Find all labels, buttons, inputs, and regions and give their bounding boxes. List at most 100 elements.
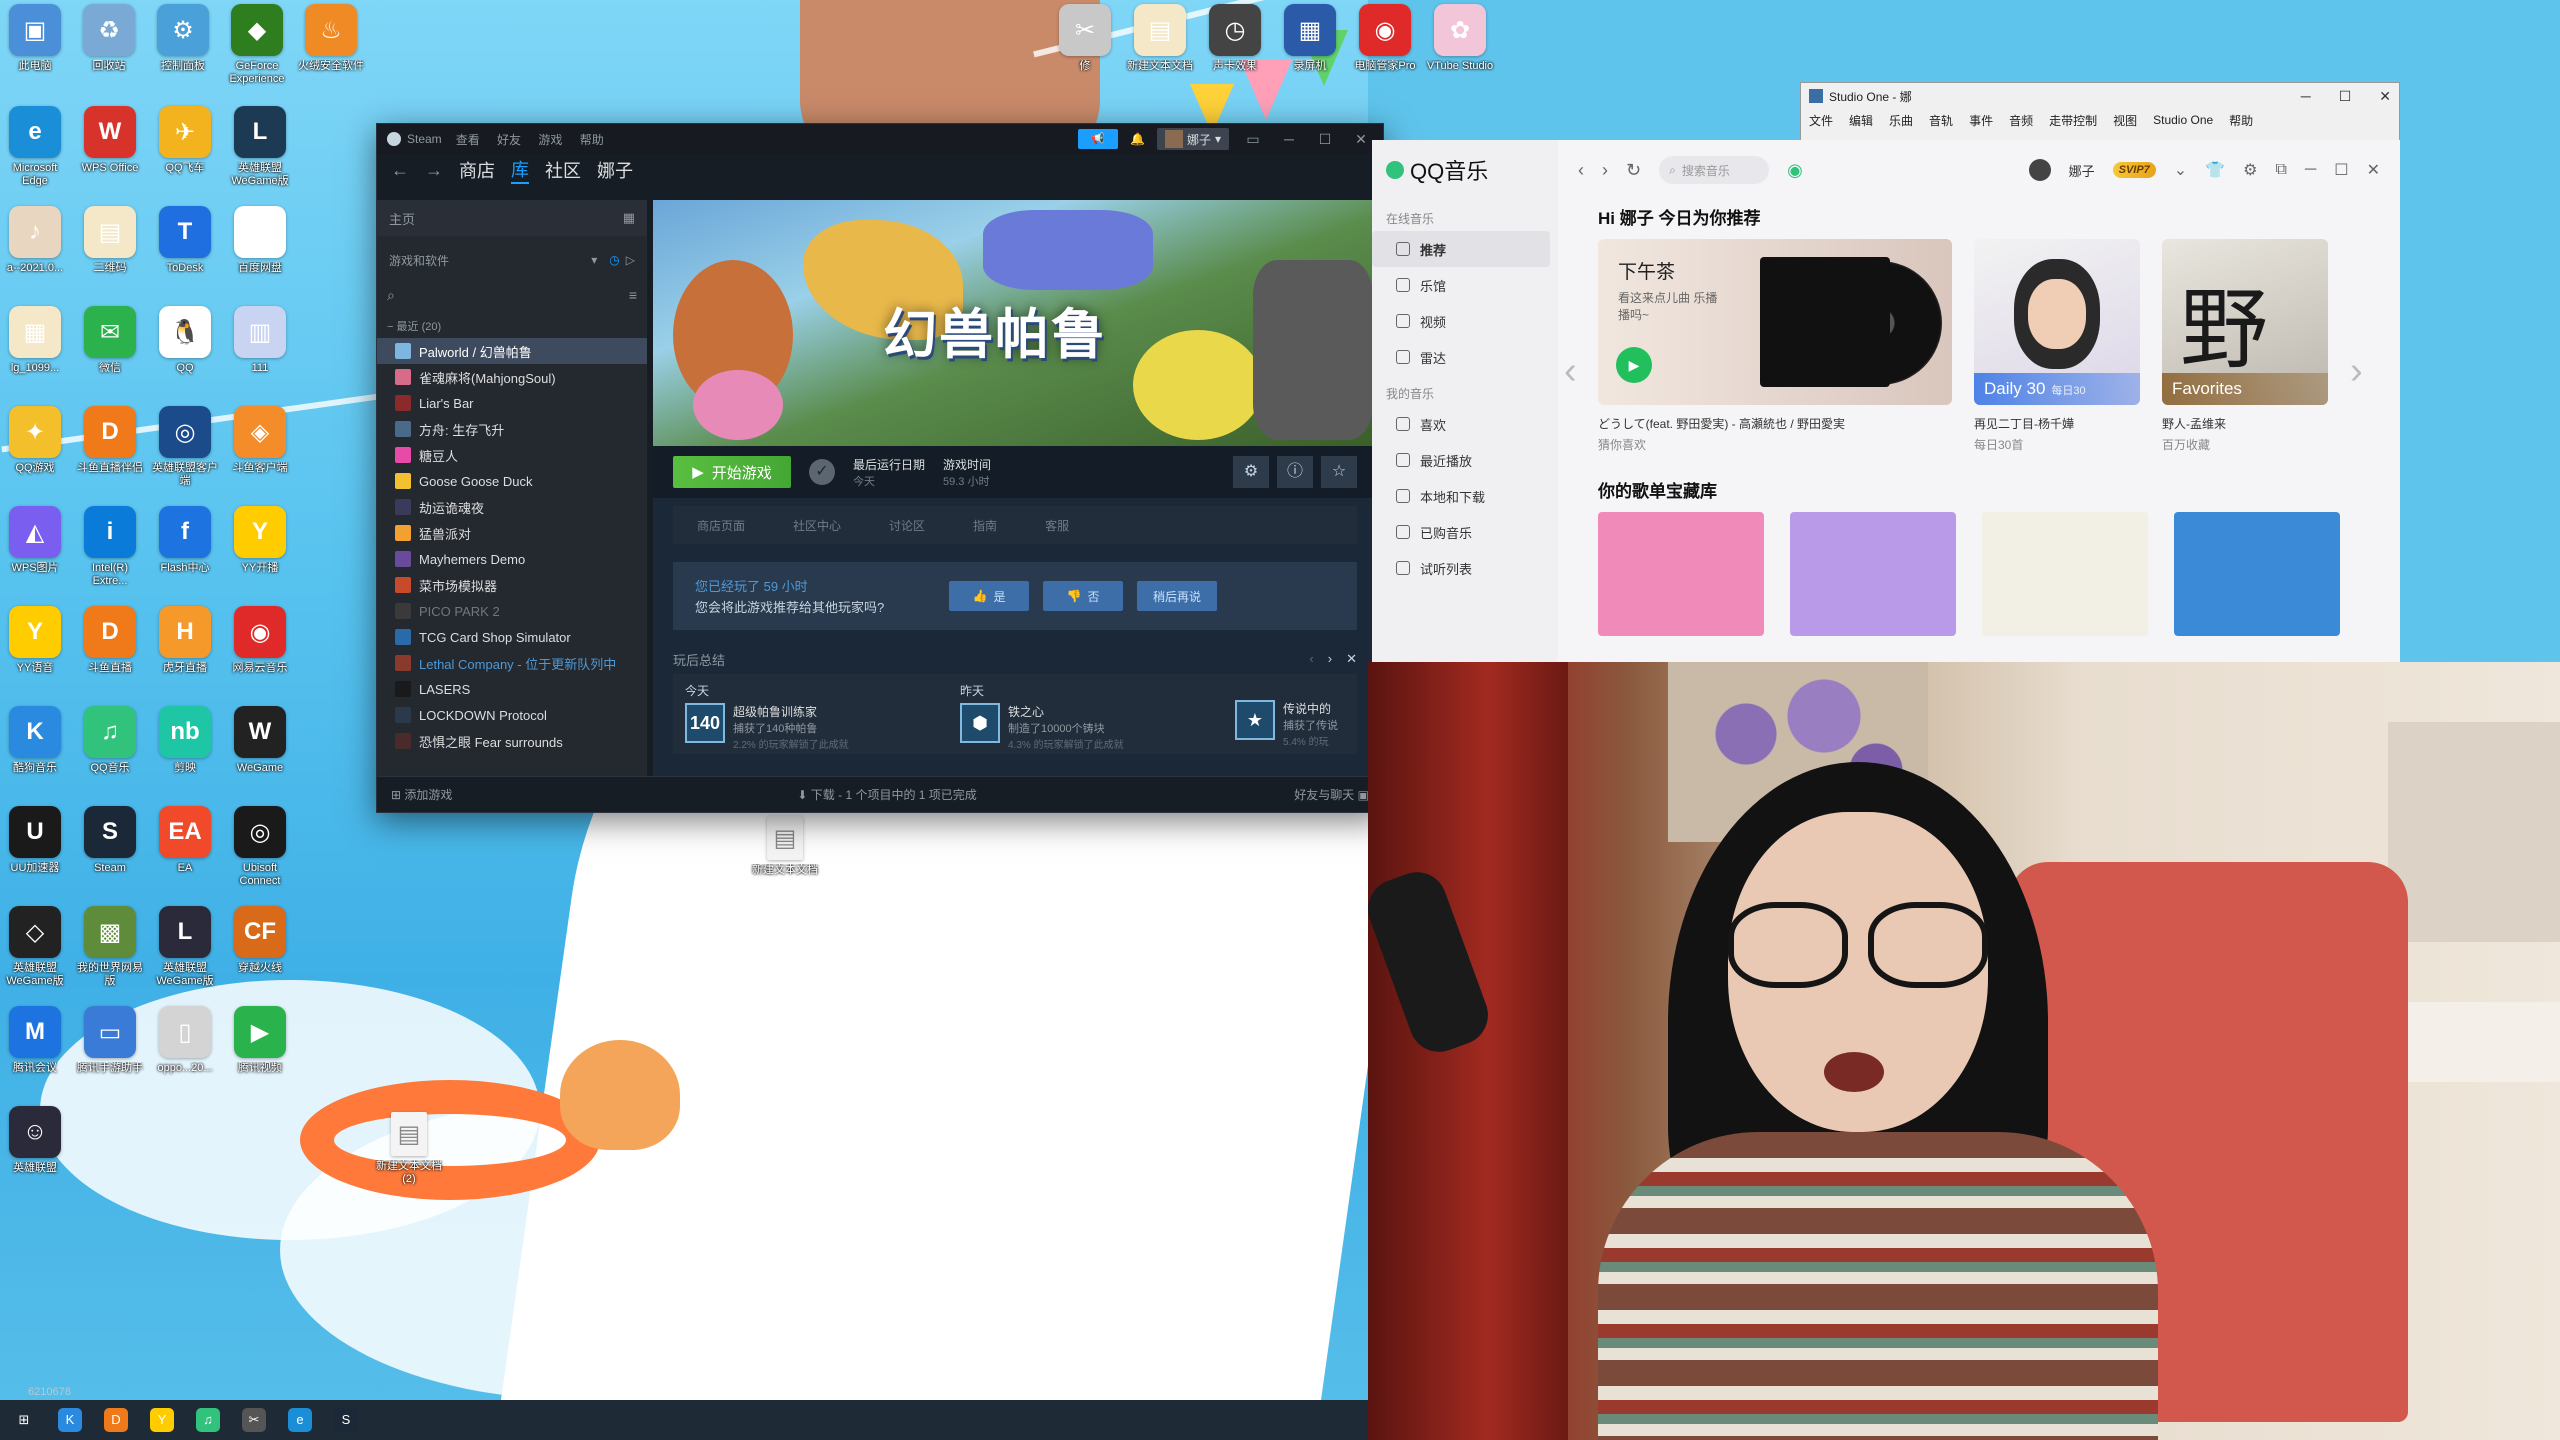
sidebar-item-online[interactable]: 视频: [1372, 303, 1558, 339]
maximize-icon[interactable]: ☐: [2334, 160, 2348, 180]
desktop-icon[interactable]: EA EA: [150, 806, 220, 888]
library-game-item[interactable]: LASERS: [377, 676, 647, 702]
back-arrow-icon[interactable]: ←: [391, 160, 409, 181]
announcements-icon[interactable]: 📢: [1078, 129, 1118, 149]
chevron-left-icon[interactable]: ‹: [1309, 651, 1313, 667]
playlist-tile[interactable]: [2174, 512, 2340, 636]
notifications-bell-icon[interactable]: 🔔: [1130, 132, 1145, 146]
review-no-button[interactable]: 👎 否: [1043, 581, 1123, 611]
desktop-icon[interactable]: ▶ 腾讯视频: [225, 1006, 295, 1088]
desktop-icon[interactable]: S Steam: [75, 806, 145, 888]
library-game-item[interactable]: 劫运诡魂夜: [377, 494, 647, 520]
recommend-card-tea[interactable]: 下午茶 看这来点儿曲 乐播播吗~ ▶ どうして(feat. 野田愛実) - 高瀬…: [1598, 239, 1952, 453]
desktop-icon[interactable]: ◇ 英雄联盟WeGame版: [0, 906, 70, 988]
achievement[interactable]: ⬢ 铁之心 制造了10000个铸块 4.3% 的玩家解锁了此成就: [960, 703, 1215, 751]
add-game-button[interactable]: ⊞ 添加游戏: [391, 786, 452, 803]
taskbar-app-icon[interactable]: ♫: [196, 1408, 220, 1432]
desktop-file-icon[interactable]: ▤ 新建文本文档(2): [374, 1112, 444, 1186]
desktop-icon[interactable]: ◉ 网易云音乐: [225, 606, 295, 688]
taskbar-app-icon[interactable]: ✂: [242, 1408, 266, 1432]
filter-icon[interactable]: ≡: [629, 287, 637, 303]
studio-one-menu-item[interactable]: 事件: [1969, 112, 1993, 129]
desktop-icon[interactable]: ◎ 英雄联盟客户端: [150, 406, 220, 488]
desktop-icon[interactable]: ▦ lg_1099...: [0, 306, 70, 388]
taskbar-app-icon[interactable]: S: [334, 1408, 358, 1432]
maximize-icon[interactable]: ☐: [1313, 131, 1337, 148]
library-search[interactable]: ⌕ ≡: [387, 282, 637, 308]
desktop-icon[interactable]: ▥ 111: [225, 306, 295, 388]
friends-chat-button[interactable]: 好友与聊天 ▣: [1294, 786, 1369, 803]
search-input[interactable]: ⌕ 搜索音乐: [1659, 156, 1770, 184]
review-yes-button[interactable]: 👍 是: [949, 581, 1029, 611]
library-game-item[interactable]: 糖豆人: [377, 442, 647, 468]
nav-store[interactable]: 商店: [459, 157, 495, 183]
studio-one-menu-item[interactable]: 视图: [2113, 112, 2137, 129]
desktop-icon[interactable]: ▤ 新建文本文档: [1125, 4, 1195, 86]
close-icon[interactable]: ✕: [2379, 88, 2391, 105]
username[interactable]: 娜子: [2069, 161, 2095, 180]
library-game-item[interactable]: 方舟: 生存飞升: [377, 416, 647, 442]
desktop-icon[interactable]: Y YY开播: [225, 506, 295, 588]
sidebar-item-online[interactable]: 雷达: [1372, 339, 1558, 375]
recommend-card-daily[interactable]: Daily 30 每日30 再见二丁目-杨千嬅 每日30首: [1974, 239, 2140, 453]
desktop-icon[interactable]: W WPS Office: [75, 106, 145, 188]
close-icon[interactable]: ✕: [2367, 160, 2380, 180]
playlist-tile[interactable]: [1598, 512, 1764, 636]
library-home[interactable]: 主页 ▦: [377, 200, 647, 236]
sidebar-item-online[interactable]: 乐馆: [1372, 267, 1558, 303]
studio-one-menu-item[interactable]: 文件: [1809, 112, 1833, 129]
library-game-item[interactable]: Lethal Company - 位于更新队列中: [377, 650, 647, 676]
desktop-icon[interactable]: ◎ Ubisoft Connect: [225, 806, 295, 888]
playlist-tile[interactable]: [1790, 512, 1956, 636]
library-game-item[interactable]: 雀魂麻将(MahjongSoul): [377, 364, 647, 390]
settings-gear-icon[interactable]: ⚙: [2243, 160, 2257, 180]
steam-menu-friends[interactable]: 好友: [497, 133, 521, 147]
playlist-tile[interactable]: [1982, 512, 2148, 636]
studio-one-menu-item[interactable]: 走带控制: [2049, 112, 2097, 129]
grid-view-icon[interactable]: ▦: [623, 210, 635, 226]
desktop-icon[interactable]: ♻ 回收站: [74, 4, 144, 86]
desktop-icon[interactable]: ✦ QQ游戏: [0, 406, 70, 488]
desktop-icon[interactable]: ▩ 我的世界网易版: [75, 906, 145, 988]
steam-menu-steam[interactable]: Steam: [407, 132, 442, 146]
vip-badge[interactable]: SVIP7: [2112, 162, 2156, 178]
desktop-icon[interactable]: ♫ QQ音乐: [75, 706, 145, 788]
library-game-item[interactable]: 恐惧之眼 Fear surrounds: [377, 728, 647, 754]
studio-one-menu-item[interactable]: 乐曲: [1889, 112, 1913, 129]
nav-library[interactable]: 库: [511, 156, 529, 184]
sidebar-item-online[interactable]: 推荐: [1372, 231, 1550, 267]
studio-one-menu-item[interactable]: 帮助: [2229, 112, 2253, 129]
steam-menu-help[interactable]: 帮助: [580, 133, 604, 147]
sidebar-item-mine[interactable]: 已购音乐: [1372, 514, 1558, 550]
desktop-icon[interactable]: M 腾讯会议: [0, 1006, 70, 1088]
download-status[interactable]: ⬇ 下载 - 1 个项目中的 1 项已完成: [797, 786, 976, 803]
info-icon[interactable]: ⓘ: [1277, 456, 1313, 488]
steam-menu-games[interactable]: 游戏: [538, 133, 562, 147]
chevron-down-icon[interactable]: ⌄: [2174, 160, 2187, 180]
desktop-icon[interactable]: ◷ 声卡效果: [1200, 4, 1270, 86]
desktop-icon[interactable]: ⚙ 控制面板: [148, 4, 218, 86]
desktop-icon[interactable]: K 酷狗音乐: [0, 706, 70, 788]
desktop-icon[interactable]: i Intel(R) Extre...: [75, 506, 145, 588]
desktop-icon[interactable]: ✈ QQ飞车: [150, 106, 220, 188]
studio-one-menu-item[interactable]: 音频: [2009, 112, 2033, 129]
sidebar-item-mine[interactable]: 本地和下载: [1372, 478, 1558, 514]
chevron-right-icon[interactable]: ›: [1328, 651, 1332, 667]
desktop-icon[interactable]: L 英雄联盟WeGame版: [150, 906, 220, 988]
desktop-icon[interactable]: ♪ a--2021.0...: [0, 206, 70, 288]
forward-arrow-icon[interactable]: ›: [1602, 160, 1608, 181]
library-game-item[interactable]: Liar's Bar: [377, 390, 647, 416]
achievement[interactable]: 140 超级帕鲁训练家 捕获了140种帕鲁 2.2% 的玩家解锁了此成就: [685, 703, 940, 751]
library-game-item[interactable]: Palworld / 幻兽帕鲁: [377, 338, 647, 364]
taskbar-app-icon[interactable]: K: [58, 1408, 82, 1432]
close-icon[interactable]: ✕: [1349, 131, 1373, 148]
sidebar-item-mine[interactable]: 试听列表: [1372, 550, 1558, 586]
library-game-item[interactable]: 猛兽派对: [377, 520, 647, 546]
desktop-icon[interactable]: W WeGame: [225, 706, 295, 788]
desktop-file-icon[interactable]: ▤ 新建文本文档: [750, 816, 820, 890]
desktop-icon[interactable]: e Microsoft Edge: [0, 106, 70, 188]
subnav-community-hub[interactable]: 社区中心: [793, 517, 841, 534]
taskbar-app-icon[interactable]: e: [288, 1408, 312, 1432]
library-game-item[interactable]: Mayhemers Demo: [377, 546, 647, 572]
taskbar-app-icon[interactable]: Y: [150, 1408, 174, 1432]
